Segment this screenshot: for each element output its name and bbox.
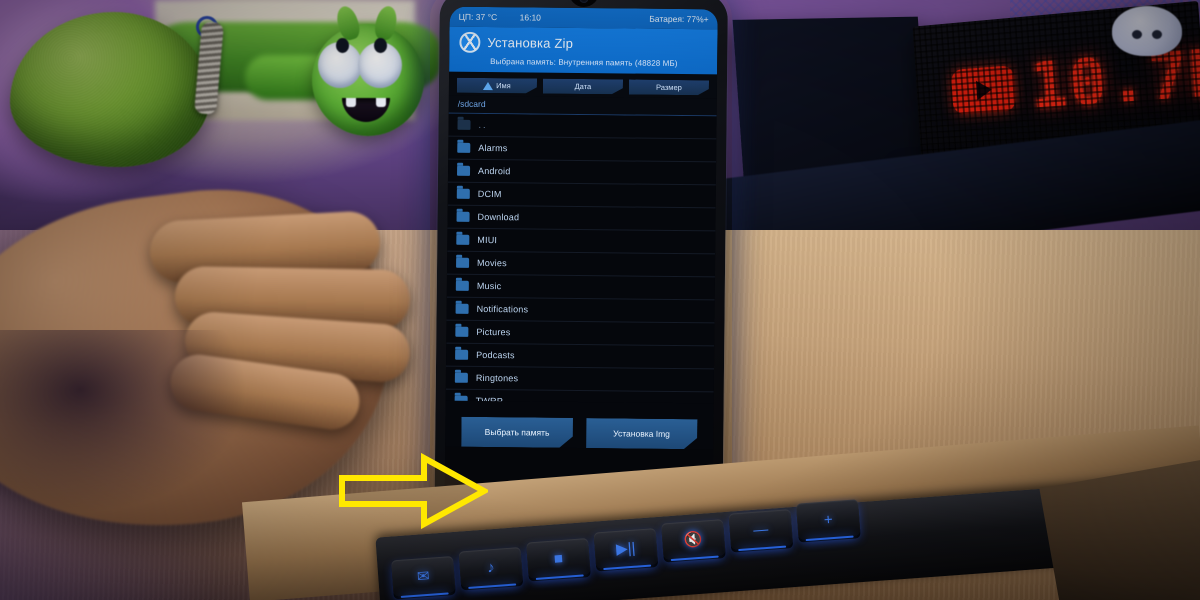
file-name: Pictures (476, 326, 511, 338)
sort-size-label: Размер (656, 82, 682, 93)
select-storage-button[interactable]: Выбрать память (461, 417, 573, 448)
stop-icon: ■ (553, 549, 564, 568)
sort-date-label: Дата (574, 81, 592, 92)
list-item[interactable]: Movies (446, 251, 716, 278)
play-pause-icon: ▶|| (615, 539, 637, 559)
toy-tooth-right (376, 98, 386, 107)
key-play-pause[interactable]: ▶|| (593, 528, 659, 569)
list-item[interactable]: Music (446, 274, 715, 301)
toy-pupil-right (374, 38, 387, 53)
toy-tooth-left (346, 98, 356, 107)
folder-icon (456, 211, 470, 222)
annotation-arrow-right (339, 452, 488, 530)
action-button-bar: Выбрать память Установка Img (445, 400, 714, 450)
column-header-bar: Имя Дата Размер (448, 71, 718, 99)
list-item[interactable]: Ringtones (445, 366, 714, 393)
list-item[interactable]: Notifications (446, 297, 715, 324)
file-name: Notifications (476, 303, 529, 315)
app-header: Установка Zip Выбрана память: Внутренняя… (449, 26, 718, 75)
key-volume-down[interactable]: — (728, 509, 794, 550)
folder-icon (456, 234, 470, 245)
list-item[interactable]: Android (447, 159, 717, 186)
volume-up-icon: + (823, 510, 834, 529)
sort-by-name-button[interactable]: Имя (457, 78, 537, 94)
om-nom-toy (312, 3, 424, 136)
youtube-play-icon (950, 65, 1017, 115)
folder-icon (455, 280, 469, 291)
file-name: Music (476, 280, 502, 292)
ghost-toy-decor (1112, 6, 1182, 56)
key-music[interactable]: ♪ (458, 547, 524, 588)
folder-icon (457, 142, 471, 153)
folder-icon (456, 257, 470, 268)
folder-up-icon (457, 119, 471, 130)
twrp-logo-icon (459, 31, 481, 53)
list-item[interactable]: Podcasts (446, 343, 715, 370)
clock-text: 16:10 (519, 12, 541, 23)
list-item[interactable]: Download (447, 205, 716, 232)
list-item[interactable]: .. (448, 113, 717, 140)
list-item[interactable]: DCIM (447, 182, 716, 209)
list-item[interactable]: Alarms (448, 136, 717, 163)
toy-mouth (342, 98, 390, 122)
file-list[interactable]: .. Alarms Android DCIM Download MIUI Mov… (445, 113, 717, 404)
toy-pupil-left (336, 38, 349, 53)
key-volume-up[interactable]: + (796, 499, 861, 540)
status-bar: ЦП: 37 °C 16:10 Батарея: 77%+ (449, 6, 718, 30)
folder-icon (455, 303, 469, 314)
sort-ascending-triangle-icon (483, 81, 493, 89)
key-stop[interactable]: ■ (526, 538, 591, 579)
folder-icon (457, 165, 471, 176)
install-img-button[interactable]: Установка Img (586, 418, 698, 449)
sort-name-label: Имя (496, 81, 511, 91)
folder-icon (454, 372, 468, 383)
file-name: Ringtones (475, 372, 519, 384)
sort-by-size-button[interactable]: Размер (629, 79, 709, 95)
key-mute[interactable]: 🔇 (661, 519, 726, 560)
photo-scene: 10.7K ЦП: 37 °C 16:10 Батарея: 77%+ Уста… (0, 0, 1200, 600)
list-item[interactable]: Pictures (446, 320, 715, 347)
file-name: Podcasts (476, 349, 515, 361)
file-name: Android (478, 165, 511, 177)
music-note-icon: ♪ (486, 558, 496, 577)
volume-down-icon: — (752, 520, 769, 539)
battery-text: Батарея: 77%+ (649, 13, 709, 25)
page-title: Установка Zip (487, 35, 574, 51)
folder-icon (455, 349, 469, 360)
cpu-temperature-text: ЦП: 37 °C (458, 11, 498, 23)
mute-icon: 🔇 (683, 530, 704, 550)
file-name: MIUI (477, 234, 498, 246)
folder-icon (455, 326, 469, 337)
file-name: Alarms (478, 142, 508, 154)
file-name: Movies (477, 257, 507, 269)
key-mail[interactable]: ✉ (391, 556, 456, 597)
file-name: DCIM (477, 188, 502, 200)
folder-icon (456, 188, 470, 199)
sort-by-date-button[interactable]: Дата (543, 79, 623, 95)
camera-notch (568, 0, 599, 8)
list-item[interactable]: MIUI (447, 228, 716, 255)
file-name: Download (477, 211, 520, 223)
file-name: .. (478, 119, 488, 131)
storage-subtitle: Выбрана память: Внутренняя память (48828… (490, 57, 678, 68)
mail-icon: ✉ (416, 567, 431, 586)
